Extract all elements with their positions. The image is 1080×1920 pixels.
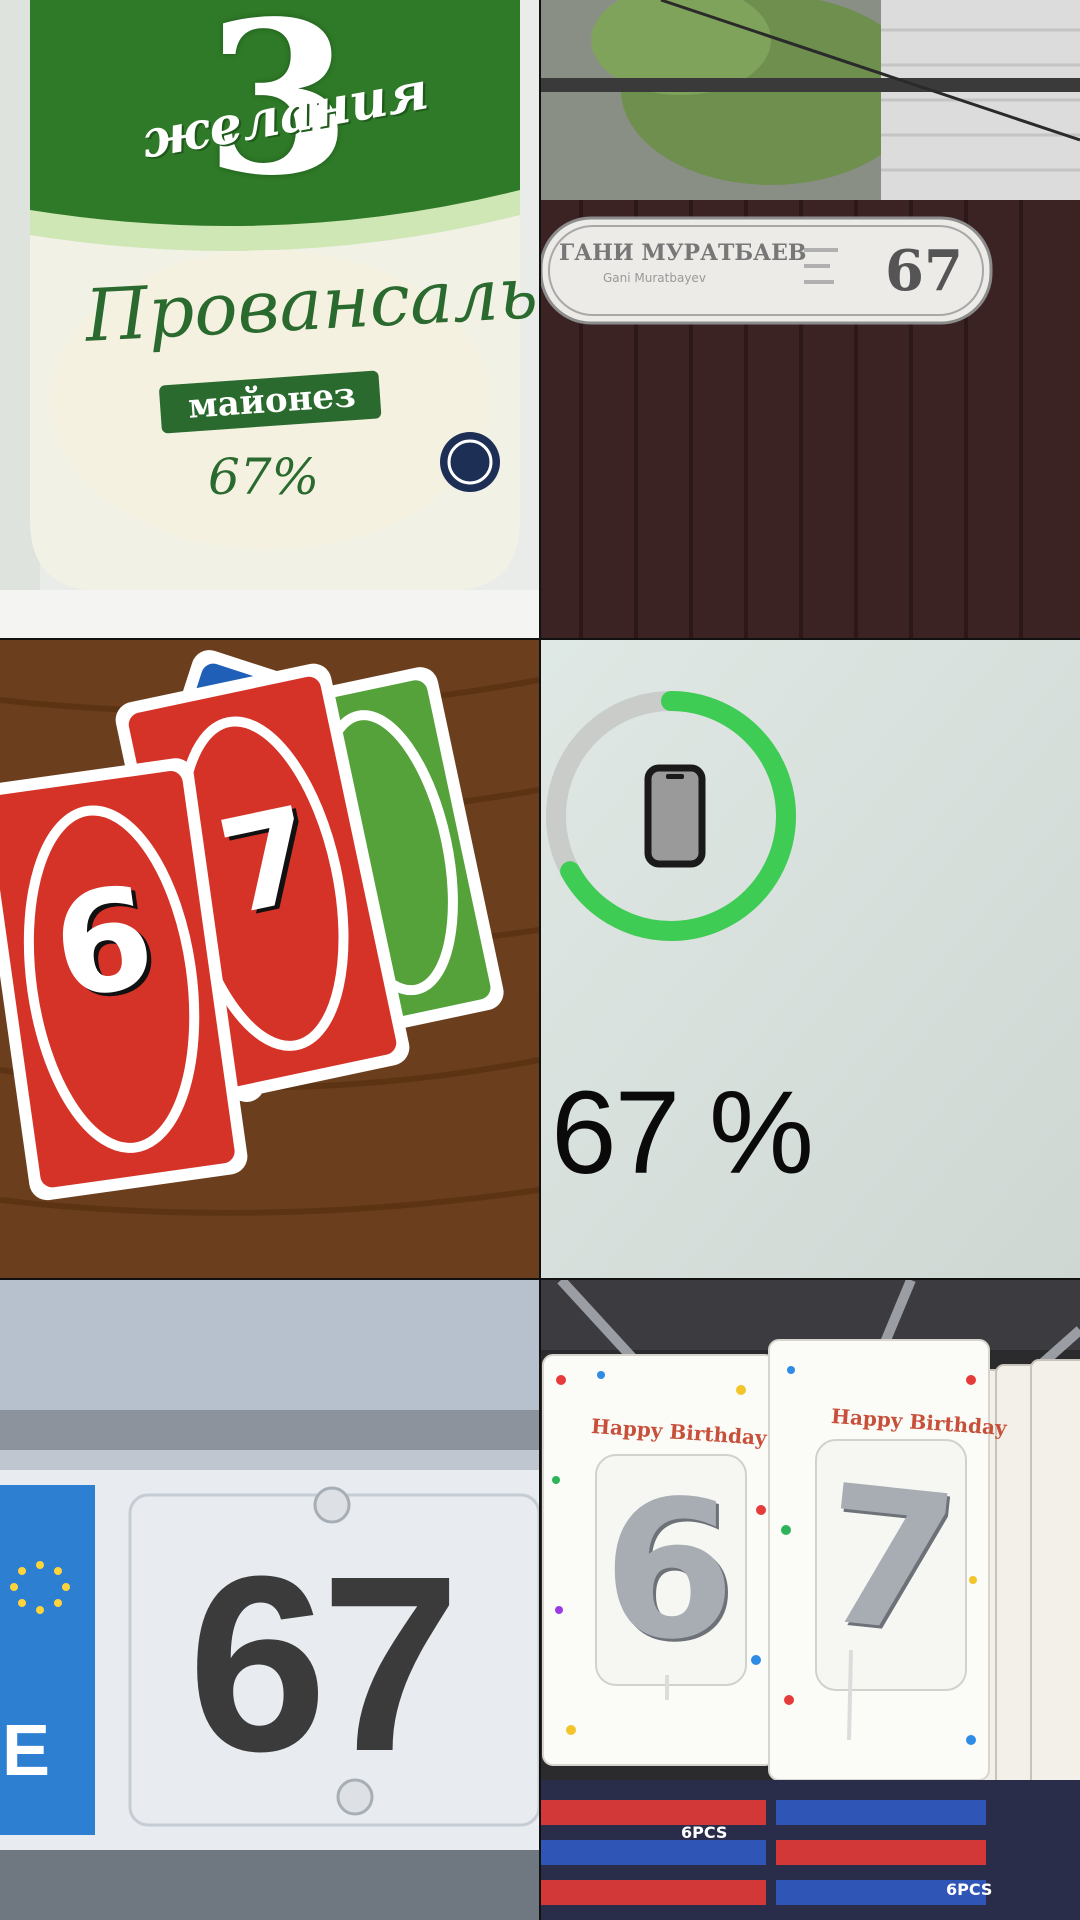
plate-number: 67	[188, 1524, 460, 1803]
street-sign-photo: ГАНИ МУРАТБАЕВ Gani Muratbayev 67	[541, 0, 1080, 638]
box-label-left: 6PCS	[681, 1823, 728, 1842]
uno-cards-photo: 7 6	[0, 640, 539, 1278]
fat-percentage: 67%	[208, 448, 320, 506]
battery-widget-photo: 67 %	[541, 640, 1080, 1278]
plate-country-code: E	[2, 1711, 51, 1791]
battery-percent: 67 %	[551, 1067, 814, 1199]
street-name: ГАНИ МУРАТБАЕВ	[559, 240, 807, 266]
house-number: 67	[885, 238, 963, 304]
birthday-candles-photo: Happy Birthday Happy Birthday 6 7 6PCS 6…	[541, 1280, 1080, 1920]
license-plate-photo: E 67	[0, 1280, 539, 1920]
candle-digit-six: 6	[603, 1460, 736, 1681]
street-name-latin: Gani Muratbayev	[603, 271, 706, 285]
mayonnaise-photo: 3 желания Провансаль майонез 67%	[0, 0, 539, 638]
photo-collage: 3 желания Провансаль майонез 67% ГАНИ МУ…	[0, 0, 1080, 1920]
candle-digit-seven: 7	[811, 1443, 967, 1678]
box-label-right: 6PCS	[946, 1880, 993, 1899]
phone-icon	[644, 764, 706, 868]
